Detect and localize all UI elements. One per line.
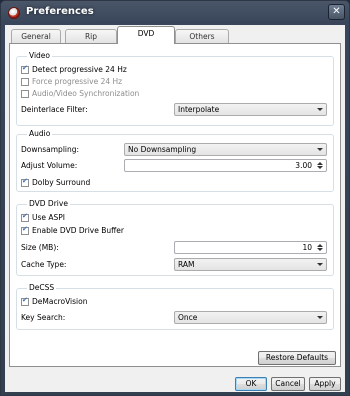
audio-group-title: Audio	[27, 129, 53, 138]
cache-type-value: RAM	[178, 260, 195, 269]
use-aspi-label: Use ASPI	[32, 213, 66, 222]
tab-others[interactable]: Others	[175, 29, 229, 43]
deinterlace-filter-label: Deinterlace Filter:	[21, 105, 88, 114]
demacrovision-checkbox-row[interactable]: DeMacroVision	[21, 296, 88, 306]
audio-group: Audio Downsampling: No Downsampling Adju…	[16, 129, 334, 192]
detect-progressive-checkbox[interactable]	[21, 64, 29, 74]
spin-down-icon[interactable]	[317, 166, 323, 169]
dvd-drive-group-title: DVD Drive	[27, 199, 70, 208]
detect-progressive-label: Detect progressive 24 Hz	[32, 65, 127, 74]
key-search-label: Key Search:	[21, 313, 66, 322]
downsampling-value: No Downsampling	[128, 145, 197, 154]
use-aspi-checkbox-row[interactable]: Use ASPI	[21, 212, 66, 222]
deinterlace-filter-value: Interpolate	[178, 105, 220, 114]
drive-buffer-label: Enable DVD Drive Buffer	[32, 226, 125, 235]
dvd-tab-panel: Video Detect progressive 24 Hz Force pro…	[9, 43, 341, 367]
drive-buffer-checkbox[interactable]	[21, 225, 29, 235]
tab-rip[interactable]: Rip	[65, 29, 117, 43]
buffer-size-label: Size (MB):	[21, 243, 59, 252]
chevron-down-icon	[317, 108, 323, 111]
adjust-volume-label: Adjust Volume:	[21, 161, 78, 170]
dialog-client-area: General Rip DVD Others Video Detect prog…	[5, 25, 345, 392]
buffer-size-spinbox[interactable]: 10	[174, 241, 327, 254]
window-title: Preferences	[26, 6, 94, 17]
ok-button[interactable]: OK	[235, 377, 267, 391]
cache-type-select[interactable]: RAM	[174, 258, 327, 271]
downsampling-label: Downsampling:	[21, 145, 80, 154]
cancel-button[interactable]: Cancel	[271, 377, 305, 391]
spin-down-icon[interactable]	[317, 248, 323, 251]
dvd-disc-icon	[8, 7, 20, 19]
spin-up-icon[interactable]	[317, 162, 323, 165]
adjust-volume-value: 3.00	[295, 161, 312, 170]
key-search-select[interactable]: Once	[174, 311, 327, 324]
chevron-down-icon	[317, 148, 323, 151]
dolby-surround-label: Dolby Surround	[32, 178, 91, 187]
dvd-drive-group: DVD Drive Use ASPI Enable DVD Drive Buff…	[16, 199, 334, 276]
dolby-surround-checkbox[interactable]	[21, 177, 29, 187]
av-sync-checkbox[interactable]	[21, 89, 29, 98]
decss-group: DeCSS DeMacroVision Key Search: Once	[16, 283, 334, 330]
force-progressive-label: Force progressive 24 Hz	[32, 77, 123, 86]
tab-general[interactable]: General	[11, 29, 61, 43]
force-progressive-checkbox-row[interactable]: Force progressive 24 Hz	[21, 77, 122, 86]
adjust-volume-spinbox[interactable]: 3.00	[124, 159, 327, 172]
downsampling-select[interactable]: No Downsampling	[124, 143, 327, 156]
restore-defaults-button[interactable]: Restore Defaults	[258, 351, 336, 365]
dolby-surround-checkbox-row[interactable]: Dolby Surround	[21, 177, 91, 187]
video-group: Video Detect progressive 24 Hz Force pro…	[16, 51, 334, 126]
video-group-title: Video	[27, 51, 53, 60]
detect-progressive-checkbox-row[interactable]: Detect progressive 24 Hz	[21, 64, 127, 74]
buffer-size-value: 10	[302, 243, 312, 252]
chevron-down-icon	[317, 263, 323, 266]
title-bar[interactable]: Preferences ✕	[1, 1, 349, 25]
spin-up-icon[interactable]	[317, 244, 323, 247]
av-sync-label: Audio/Video Synchronization	[32, 89, 140, 98]
apply-button[interactable]: Apply	[309, 377, 341, 391]
use-aspi-checkbox[interactable]	[21, 212, 29, 222]
decss-group-title: DeCSS	[27, 283, 57, 292]
av-sync-checkbox-row[interactable]: Audio/Video Synchronization	[21, 89, 139, 98]
tab-dvd[interactable]: DVD	[117, 26, 175, 44]
drive-buffer-checkbox-row[interactable]: Enable DVD Drive Buffer	[21, 225, 125, 235]
force-progressive-checkbox[interactable]	[21, 77, 29, 86]
preferences-window: Preferences ✕ General Rip DVD Others Vid…	[0, 0, 350, 396]
demacrovision-label: DeMacroVision	[32, 297, 88, 306]
cache-type-label: Cache Type:	[21, 260, 67, 269]
close-button[interactable]: ✕	[328, 4, 345, 20]
key-search-value: Once	[178, 313, 198, 322]
deinterlace-filter-select[interactable]: Interpolate	[174, 103, 327, 116]
demacrovision-checkbox[interactable]	[21, 296, 29, 306]
chevron-down-icon	[317, 316, 323, 319]
